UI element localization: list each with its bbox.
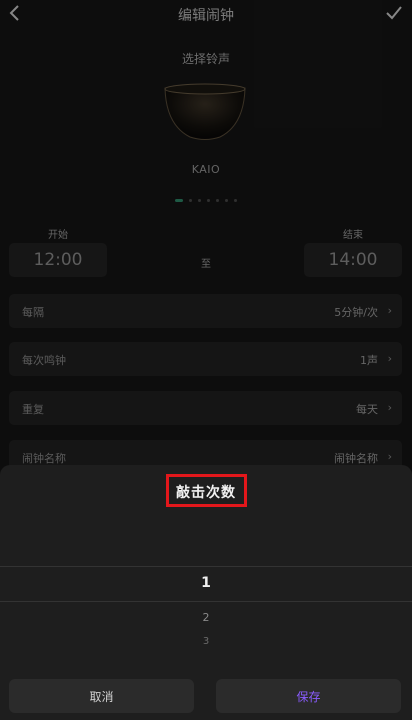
picker-option[interactable]: 2 — [0, 611, 412, 624]
save-button[interactable]: 保存 — [216, 679, 401, 713]
picker-option[interactable]: 3 — [0, 636, 412, 644]
picker-divider — [0, 566, 412, 567]
strike-count-sheet: 敲击次数 1 2 3 取消 保存 — [0, 465, 412, 720]
picker-divider — [0, 601, 412, 602]
highlight-box — [166, 474, 247, 507]
cancel-button[interactable]: 取消 — [9, 679, 194, 713]
picker-option-selected[interactable]: 1 — [0, 575, 412, 591]
